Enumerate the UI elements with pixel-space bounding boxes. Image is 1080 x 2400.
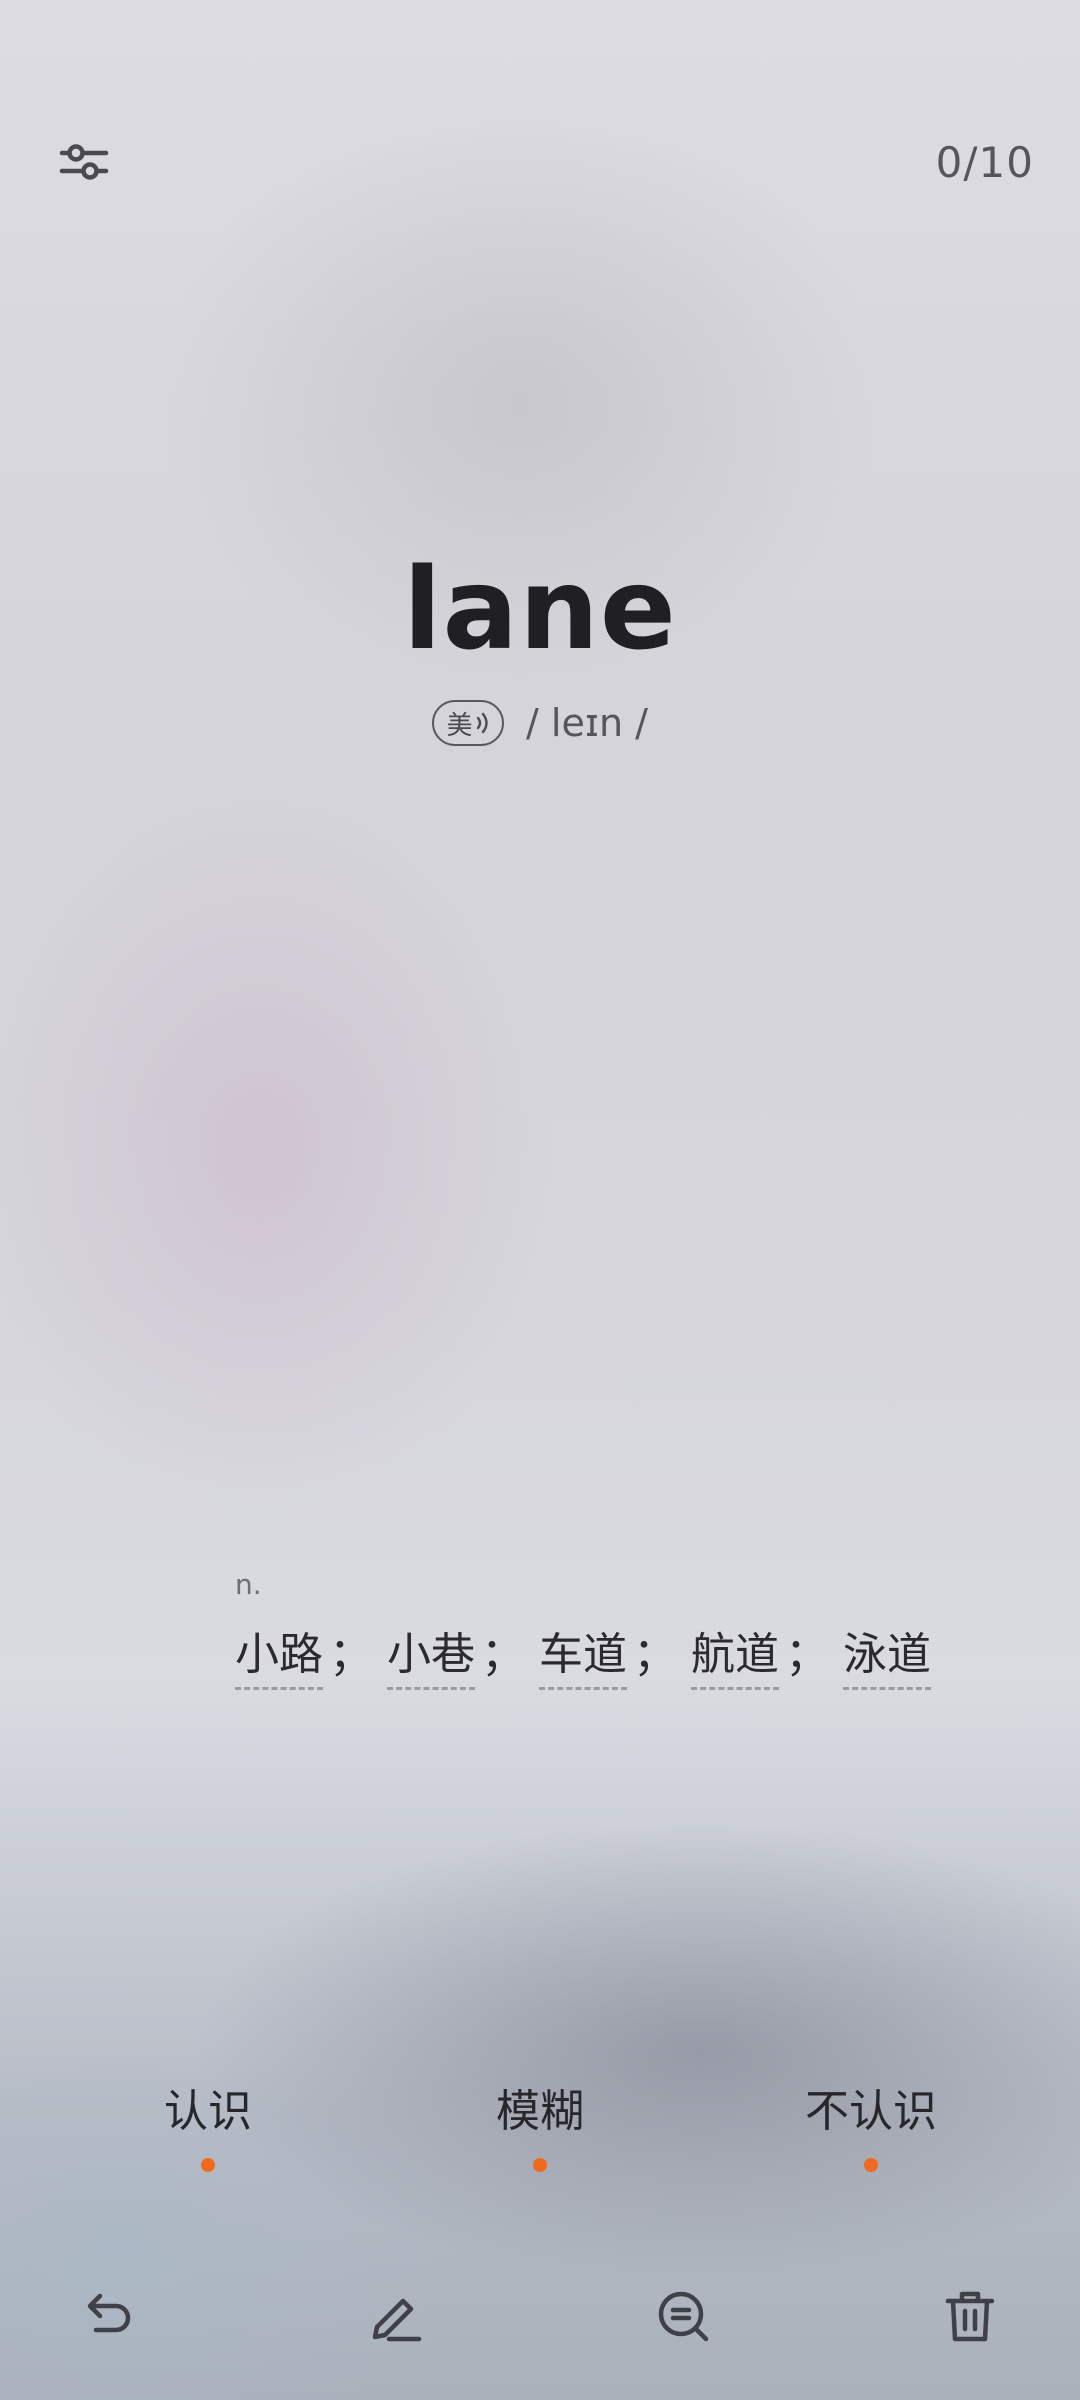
sliders-icon <box>59 144 109 180</box>
undo-button[interactable] <box>72 2278 148 2354</box>
definition-item[interactable]: 泳道 <box>843 1627 931 1690</box>
know-indicator-dot <box>201 2158 215 2172</box>
definition-separator: ； <box>329 1629 373 1680</box>
vague-label: 模糊 <box>496 2086 584 2137</box>
definition-item[interactable]: 小巷 <box>387 1627 475 1690</box>
speaker-wave-icon <box>476 712 488 734</box>
undo-icon <box>87 2293 131 2333</box>
definition-item[interactable]: 航道 <box>691 1627 779 1690</box>
dont-know-button[interactable]: 不认识 <box>761 2082 981 2172</box>
edit-button[interactable] <box>358 2278 434 2354</box>
progress-counter: 0/10 <box>935 138 1034 187</box>
part-of-speech: n. <box>235 1568 262 1601</box>
search-detail-icon <box>658 2291 709 2342</box>
vague-button[interactable]: 模糊 <box>430 2082 650 2172</box>
word-detail-button[interactable] <box>645 2278 721 2354</box>
accent-label: 美 <box>446 710 473 741</box>
pronunciation-row: 美 / leɪn / <box>0 700 1080 746</box>
definition-item[interactable]: 车道 <box>539 1627 627 1690</box>
definition-separator: ； <box>633 1629 677 1680</box>
definition-separator: ； <box>785 1629 829 1680</box>
dont-know-label: 不认识 <box>805 2086 937 2137</box>
definition-list: 小路 ； 小巷 ； 车道 ； 航道 ； 泳道 <box>235 1618 931 1690</box>
dont-know-indicator-dot <box>864 2158 878 2172</box>
edit-icon <box>372 2298 422 2342</box>
delete-button[interactable] <box>932 2278 1008 2354</box>
definition-separator: ； <box>481 1629 525 1680</box>
definition-item[interactable]: 小路 <box>235 1627 323 1690</box>
know-label: 认识 <box>164 2086 252 2137</box>
phonetic-transcription: / leɪn / <box>526 701 648 745</box>
play-us-pronunciation-button[interactable]: 美 <box>432 700 505 746</box>
filter-settings-button[interactable] <box>52 130 116 194</box>
trash-icon <box>945 2291 995 2342</box>
headword: lane <box>403 545 677 675</box>
vague-indicator-dot <box>533 2158 547 2172</box>
know-button[interactable]: 认识 <box>98 2082 318 2172</box>
